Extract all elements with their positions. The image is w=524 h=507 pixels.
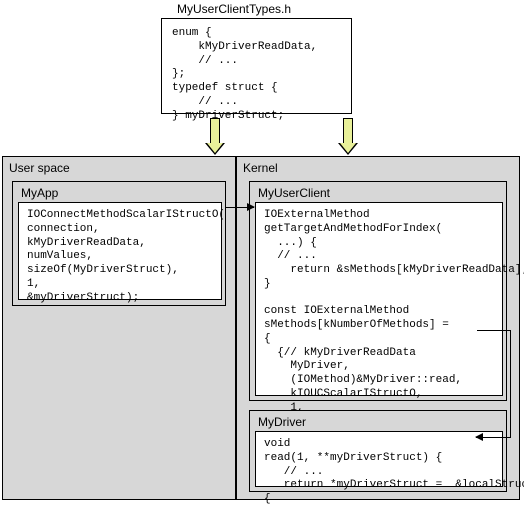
myapp-panel: MyApp IOConnectMethodScalarIStructO( con… [12, 181, 226, 306]
mydriver-code: void read(1, **myDriverStruct) { // ... … [264, 438, 494, 507]
connector-uc-out [477, 330, 510, 331]
userspace-label: User space [9, 161, 70, 175]
myapp-code: IOConnectMethodScalarIStructO( connectio… [27, 209, 213, 305]
mydriver-codebox: void read(1, **myDriverStruct) { // ... … [255, 431, 503, 487]
myuserclient-label: MyUserClient [258, 186, 330, 200]
header-file-label: MyUserClientTypes.h [177, 2, 291, 16]
mydriver-panel: MyDriver void read(1, **myDriverStruct) … [249, 410, 507, 492]
arrow-header-to-userspace [207, 118, 223, 154]
arrow-header-to-kernel [340, 118, 356, 154]
header-file-box: enum { kMyDriverReadData, // ... }; type… [161, 18, 352, 114]
arrow-app-to-userclient [226, 207, 254, 208]
kernel-label: Kernel [243, 161, 278, 175]
myuserclient-codebox: IOExternalMethod getTargetAndMethodForIn… [255, 202, 503, 396]
connector-uc-vert [510, 330, 511, 438]
myuserclient-panel: MyUserClient IOExternalMethod getTargetA… [249, 181, 507, 401]
myapp-label: MyApp [21, 186, 58, 200]
arrow-uc-to-driver [476, 437, 511, 438]
myapp-codebox: IOConnectMethodScalarIStructO( connectio… [18, 202, 222, 300]
mydriver-label: MyDriver [258, 415, 306, 429]
header-file-code: enum { kMyDriverReadData, // ... }; type… [172, 27, 341, 123]
